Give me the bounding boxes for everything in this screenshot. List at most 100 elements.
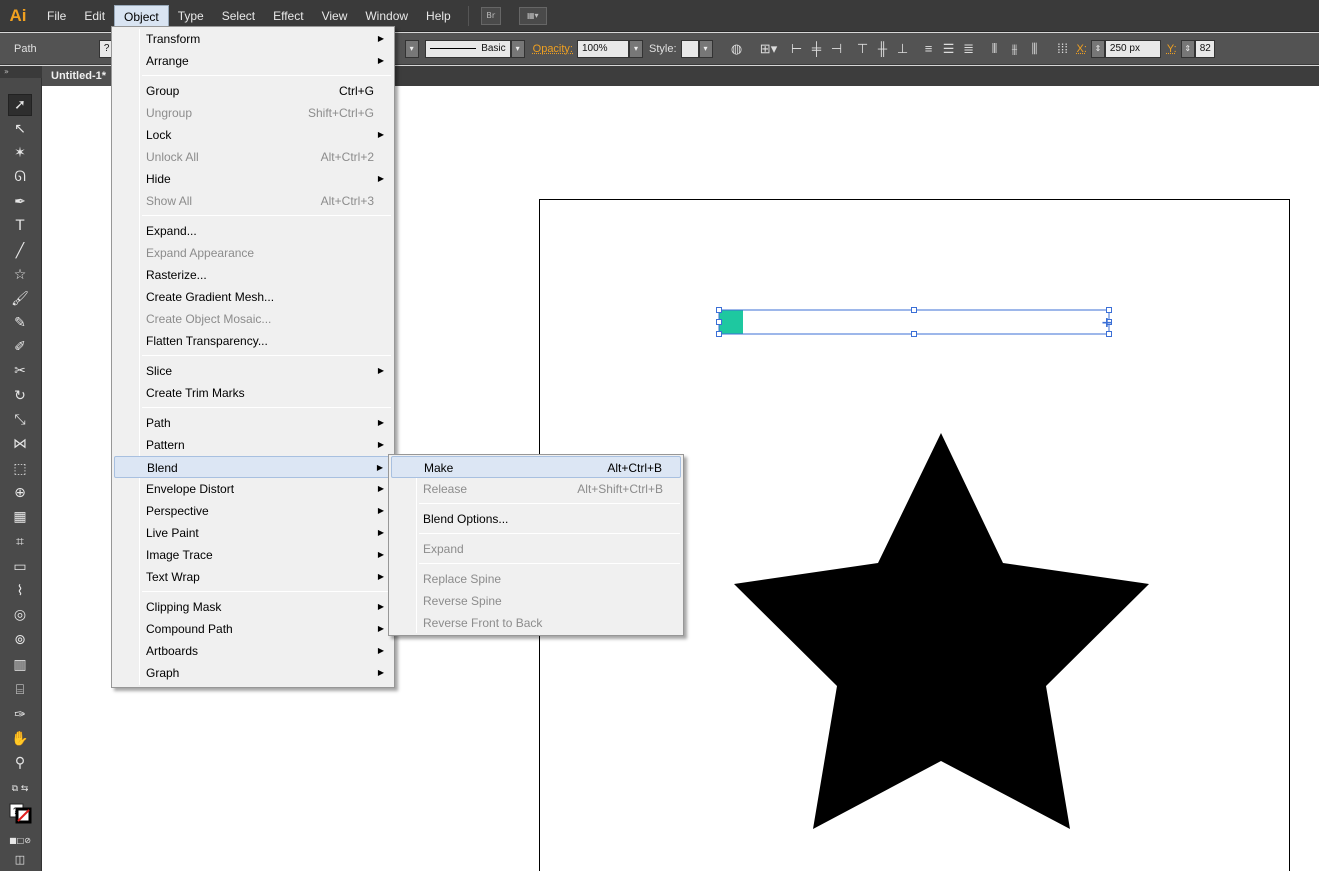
distribute-hcenter-icon[interactable]: ⫵	[1005, 40, 1025, 58]
selection-handle[interactable]	[1106, 307, 1112, 313]
star-shape[interactable]	[734, 433, 1149, 829]
paintbrush-tool-icon[interactable]: 🖌	[8, 288, 32, 310]
object-menu-item-live-paint[interactable]: Live Paint ▶	[114, 522, 392, 544]
align-bottom-icon[interactable]: ⊥	[893, 40, 913, 58]
align-right-icon[interactable]: ⊣	[827, 40, 847, 58]
blend-menu-item-blend-options[interactable]: Blend Options...	[391, 508, 681, 530]
symbol-sprayer-tool-icon[interactable]: ⊚	[8, 629, 32, 651]
free-transform-tool-icon[interactable]: ⬚	[8, 458, 32, 480]
object-menu-item-pattern[interactable]: Pattern ▶	[114, 434, 392, 456]
document-tab[interactable]: Untitled-1*	[42, 66, 120, 86]
align-vertical-center-icon[interactable]: ╫	[873, 40, 893, 58]
mesh-tool-icon[interactable]: ⌗	[8, 531, 32, 553]
align-top-icon[interactable]: ⊤	[853, 40, 873, 58]
selection-handle[interactable]	[911, 331, 917, 337]
object-menu-item-image-trace[interactable]: Image Trace ▶	[114, 544, 392, 566]
recolor-artwork-icon[interactable]: ◍	[727, 40, 747, 58]
object-menu-item-expand[interactable]: Expand...	[114, 220, 392, 242]
distribute-right-icon[interactable]: ⫼	[1025, 40, 1045, 58]
style-dropdown[interactable]: ▾	[698, 39, 713, 58]
object-menu-item-text-wrap[interactable]: Text Wrap ▶	[114, 566, 392, 588]
slice-tool-icon[interactable]: ✑	[8, 704, 32, 726]
magic-wand-tool-icon[interactable]: ✶	[8, 142, 32, 164]
type-tool-icon[interactable]: T	[8, 215, 32, 237]
selection-handle[interactable]	[911, 307, 917, 313]
menu-effect[interactable]: Effect	[264, 5, 312, 27]
selection-handle[interactable]	[716, 319, 722, 325]
object-menu-item-rasterize[interactable]: Rasterize...	[114, 264, 392, 286]
distribute-vcenter-icon[interactable]: ☰	[939, 40, 959, 58]
selection-handles[interactable]	[716, 307, 1112, 337]
object-menu-item-envelope-distort[interactable]: Envelope Distort ▶	[114, 478, 392, 500]
x-input[interactable]: 250 px	[1104, 39, 1161, 58]
fill-stroke-swatch-icon[interactable]: ?	[8, 802, 32, 824]
object-menu-item-graph[interactable]: Graph ▶	[114, 662, 392, 684]
direct-selection-tool-icon[interactable]: ↖	[8, 118, 32, 140]
hand-tool-icon[interactable]: ✋	[8, 728, 32, 750]
scale-tool-icon[interactable]: ⤡	[8, 409, 32, 431]
pen-tool-icon[interactable]: ✒	[8, 191, 32, 213]
bridge-button[interactable]: Br	[480, 6, 501, 25]
menu-edit[interactable]: Edit	[75, 5, 114, 27]
object-menu-item-transform[interactable]: Transform ▶	[114, 28, 392, 50]
teal-square-object[interactable]	[719, 310, 743, 334]
menu-window[interactable]: Window	[356, 5, 417, 27]
object-menu-item-arrange[interactable]: Arrange ▶	[114, 50, 392, 72]
stroke-weight-dropdown[interactable]: ▾	[404, 39, 419, 58]
distribute-bottom-icon[interactable]: ≣	[959, 40, 979, 58]
align-horizontal-center-icon[interactable]: ╪	[807, 40, 827, 58]
object-menu-item-compound-path[interactable]: Compound Path ▶	[114, 618, 392, 640]
opacity-input[interactable]: 100%	[577, 39, 629, 58]
rotate-tool-icon[interactable]: ↻	[8, 385, 32, 407]
drawing-mode-icon[interactable]: ◫	[8, 848, 32, 870]
lasso-tool-icon[interactable]: ᘏ	[8, 166, 32, 188]
object-menu-item-create-gradient-mesh[interactable]: Create Gradient Mesh...	[114, 286, 392, 308]
stroke-profile-dropdown[interactable]: ▾	[510, 39, 525, 58]
stroke-profile-select[interactable]: Basic	[424, 39, 511, 58]
gradient-tool-icon[interactable]: ▭	[8, 556, 32, 578]
transform-reference-point-icon[interactable]: ⁞⁞⁞	[1053, 40, 1073, 58]
align-to-selection-icon[interactable]: ⊞▾	[759, 40, 779, 58]
shape-builder-tool-icon[interactable]: ⊕	[8, 482, 32, 504]
object-menu-item-clipping-mask[interactable]: Clipping Mask ▶	[114, 596, 392, 618]
toolbox-collapse-button[interactable]: »	[0, 66, 42, 78]
opacity-label[interactable]: Opacity:	[533, 43, 573, 55]
menu-object[interactable]: Object	[114, 4, 169, 27]
line-tool-icon[interactable]: ╱	[8, 240, 32, 262]
selection-handle[interactable]	[716, 331, 722, 337]
width-tool-icon[interactable]: ⋈	[8, 433, 32, 455]
object-menu-item-flatten-transparency[interactable]: Flatten Transparency...	[114, 330, 392, 352]
x-stepper[interactable]: ⇕	[1090, 39, 1105, 58]
object-menu-item-path[interactable]: Path ▶	[114, 412, 392, 434]
x-label[interactable]: X:	[1077, 43, 1087, 55]
star-tool-icon[interactable]: ☆	[8, 264, 32, 286]
menu-select[interactable]: Select	[213, 5, 264, 27]
blend-tool-icon[interactable]: ◎	[8, 604, 32, 626]
menu-view[interactable]: View	[313, 5, 357, 27]
pencil-tool-icon[interactable]: ✎	[8, 312, 32, 334]
column-graph-tool-icon[interactable]: ▥	[8, 654, 32, 676]
y-label[interactable]: Y:	[1167, 43, 1177, 55]
distribute-left-icon[interactable]: ⫴	[985, 40, 1005, 58]
object-menu-item-create-trim-marks[interactable]: Create Trim Marks	[114, 382, 392, 404]
selection-tool-icon[interactable]: ➚	[8, 94, 32, 116]
selection-handle[interactable]	[716, 307, 722, 313]
object-menu-item-lock[interactable]: Lock ▶	[114, 124, 392, 146]
scissors-tool-icon[interactable]: ✂	[8, 360, 32, 382]
menu-file[interactable]: File	[38, 5, 75, 27]
object-menu-item-slice[interactable]: Slice ▶	[114, 360, 392, 382]
blend-path-selection[interactable]: +	[716, 307, 1113, 337]
menu-type[interactable]: Type	[169, 5, 213, 27]
object-menu-item-hide[interactable]: Hide ▶	[114, 168, 392, 190]
y-stepper[interactable]: ⇕	[1180, 39, 1195, 58]
blob-brush-tool-icon[interactable]: ✐	[8, 336, 32, 358]
perspective-grid-tool-icon[interactable]: ▦	[8, 506, 32, 528]
distribute-top-icon[interactable]: ≡	[919, 40, 939, 58]
object-menu-item-group[interactable]: Group Ctrl+G	[114, 80, 392, 102]
align-left-icon[interactable]: ⊢	[787, 40, 807, 58]
menu-help[interactable]: Help	[417, 5, 460, 27]
style-swatch[interactable]	[680, 39, 699, 58]
default-fill-stroke-icon[interactable]: ⧉ ⇆	[8, 778, 32, 800]
opacity-dropdown[interactable]: ▾	[629, 39, 643, 58]
zoom-tool-icon[interactable]: ⚲	[8, 752, 32, 774]
